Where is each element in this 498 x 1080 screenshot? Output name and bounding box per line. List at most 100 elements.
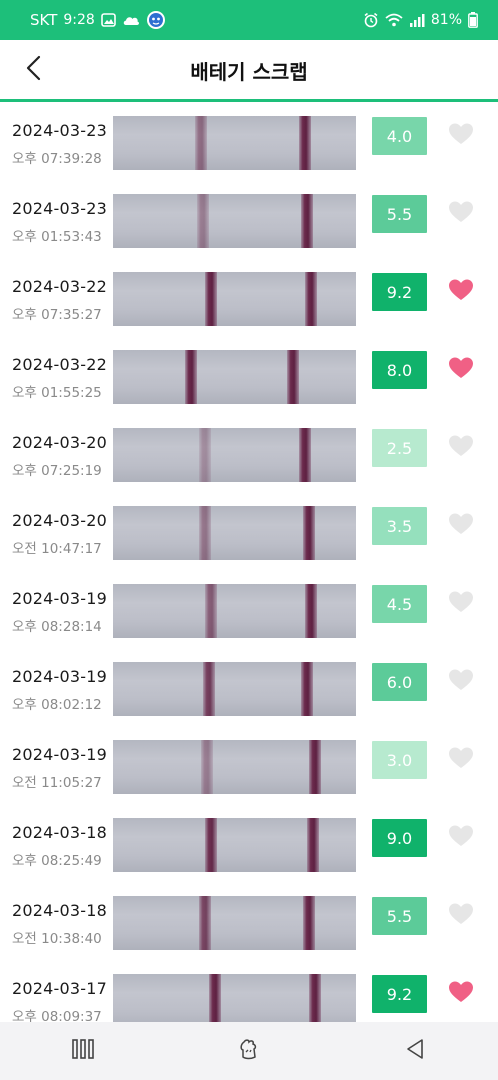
test-strip-image[interactable] [113, 428, 356, 482]
heart-icon [449, 981, 473, 1007]
scrap-row[interactable]: 2024-03-19 오후 08:02:12 6.0 [0, 651, 498, 729]
test-line [197, 194, 209, 248]
system-back-button[interactable] [385, 1026, 445, 1076]
favorite-button[interactable] [447, 668, 475, 696]
score-badge: 4.5 [372, 585, 427, 623]
control-line [309, 974, 321, 1022]
recent-apps-button[interactable] [53, 1026, 113, 1076]
test-line [185, 350, 197, 404]
cloud-icon [122, 13, 140, 27]
scrap-row[interactable]: 2024-03-18 오후 08:25:49 9.0 [0, 807, 498, 885]
record-date: 2024-03-17 [12, 979, 107, 998]
favorite-button[interactable] [447, 356, 475, 384]
control-line [305, 272, 317, 326]
scrap-list[interactable]: 2024-03-23 오후 07:39:28 4.0 2024-03-23 오후 01:… [0, 105, 498, 1022]
record-time: 오후 08:28:14 [12, 619, 102, 635]
record-date: 2024-03-19 [12, 589, 107, 608]
heart-icon [449, 123, 473, 149]
battery-percent: 81% [430, 12, 462, 28]
record-time: 오후 07:39:28 [12, 151, 102, 167]
heart-icon [449, 201, 473, 227]
image-icon [101, 13, 116, 27]
test-line [195, 116, 207, 170]
score-badge: 9.0 [372, 819, 427, 857]
favorite-button[interactable] [447, 824, 475, 852]
control-line [301, 194, 313, 248]
scrap-row[interactable]: 2024-03-23 오후 07:39:28 4.0 [0, 105, 498, 183]
home-icon [237, 1037, 261, 1065]
control-line [299, 428, 311, 482]
heart-icon [449, 669, 473, 695]
favorite-button[interactable] [447, 278, 475, 306]
score-badge: 9.2 [372, 975, 427, 1013]
record-date: 2024-03-23 [12, 121, 107, 140]
app-screen: SKT 9:28 81% 배테기 스크랩 2024-03-23 오후 07:39… [0, 0, 498, 1080]
scrap-row[interactable]: 2024-03-19 오후 08:28:14 4.5 [0, 573, 498, 651]
record-time: 오전 11:05:27 [12, 775, 102, 791]
favorite-button[interactable] [447, 902, 475, 930]
control-line [303, 896, 315, 950]
test-strip-image[interactable] [113, 974, 356, 1022]
favorite-button[interactable] [447, 512, 475, 540]
score-badge: 5.5 [372, 195, 427, 233]
test-strip-image[interactable] [113, 740, 356, 794]
test-strip-image[interactable] [113, 272, 356, 326]
scrap-row[interactable]: 2024-03-17 오후 08:09:37 9.2 [0, 963, 498, 1022]
scrap-row[interactable]: 2024-03-20 오후 07:25:19 2.5 [0, 417, 498, 495]
control-line [309, 740, 321, 794]
scrap-row[interactable]: 2024-03-18 오전 10:38:40 5.5 [0, 885, 498, 963]
test-strip-image[interactable] [113, 116, 356, 170]
score-badge: 2.5 [372, 429, 427, 467]
score-badge: 5.5 [372, 897, 427, 935]
control-line [301, 662, 313, 716]
scrap-row[interactable]: 2024-03-22 오후 07:35:27 9.2 [0, 261, 498, 339]
record-date: 2024-03-19 [12, 667, 107, 686]
carrier-label: SKT [30, 11, 58, 29]
wifi-icon [385, 13, 403, 27]
score-badge: 3.5 [372, 507, 427, 545]
record-date: 2024-03-22 [12, 355, 107, 374]
favorite-button[interactable] [447, 200, 475, 228]
clock-label: 9:28 [63, 12, 95, 28]
record-time: 오후 07:35:27 [12, 307, 102, 323]
alarm-icon [363, 12, 379, 28]
favorite-button[interactable] [447, 122, 475, 150]
test-strip-image[interactable] [113, 194, 356, 248]
record-date: 2024-03-18 [12, 901, 107, 920]
status-left: SKT 9:28 [30, 10, 166, 30]
heart-icon [449, 903, 473, 929]
favorite-button[interactable] [447, 590, 475, 618]
record-time: 오후 08:25:49 [12, 853, 102, 869]
score-badge: 4.0 [372, 117, 427, 155]
heart-icon [449, 591, 473, 617]
home-button[interactable] [219, 1026, 279, 1076]
signal-icon [409, 13, 425, 27]
battery-icon [468, 12, 478, 28]
back-icon [405, 1038, 425, 1064]
score-badge: 3.0 [372, 741, 427, 779]
record-time: 오후 01:55:25 [12, 385, 102, 401]
test-strip-image[interactable] [113, 584, 356, 638]
favorite-button[interactable] [447, 980, 475, 1008]
test-strip-image[interactable] [113, 350, 356, 404]
control-line [303, 506, 315, 560]
record-date: 2024-03-18 [12, 823, 107, 842]
control-line [305, 584, 317, 638]
score-badge: 8.0 [372, 351, 427, 389]
heart-icon [449, 357, 473, 383]
scrap-row[interactable]: 2024-03-20 오전 10:47:17 3.5 [0, 495, 498, 573]
favorite-button[interactable] [447, 434, 475, 462]
scrap-row[interactable]: 2024-03-22 오후 01:55:25 8.0 [0, 339, 498, 417]
control-line [299, 116, 311, 170]
test-strip-image[interactable] [113, 818, 356, 872]
test-line [199, 896, 211, 950]
test-strip-image[interactable] [113, 506, 356, 560]
test-strip-image[interactable] [113, 896, 356, 950]
score-badge: 6.0 [372, 663, 427, 701]
test-strip-image[interactable] [113, 662, 356, 716]
scrap-row[interactable]: 2024-03-19 오전 11:05:27 3.0 [0, 729, 498, 807]
favorite-button[interactable] [447, 746, 475, 774]
test-line [209, 974, 221, 1022]
page-title: 배테기 스크랩 [190, 60, 308, 84]
scrap-row[interactable]: 2024-03-23 오후 01:53:43 5.5 [0, 183, 498, 261]
